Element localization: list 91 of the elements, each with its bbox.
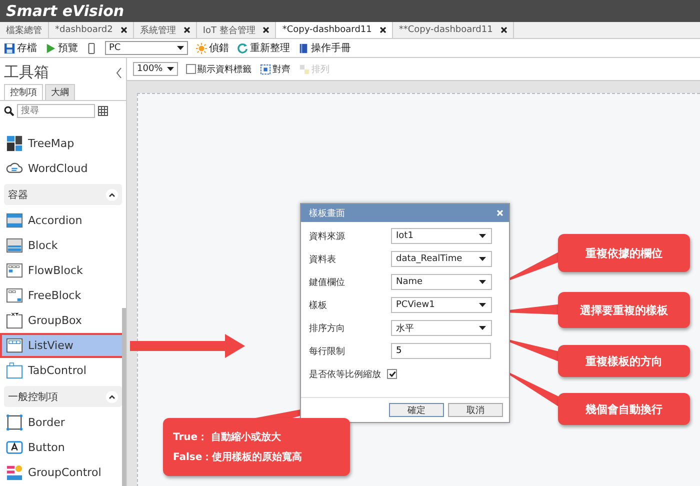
note-line: True： 自動縮小或放大: [173, 430, 282, 444]
toolbar-button[interactable]: 偵錯: [196, 41, 229, 55]
scrollbar[interactable]: [122, 308, 126, 486]
panel-tab[interactable]: 大綱: [45, 84, 75, 100]
field-label: 資料表: [309, 254, 337, 266]
caret-icon: [479, 234, 486, 238]
toolbox-item[interactable]: Block: [0, 233, 126, 258]
border-icon: [6, 414, 23, 431]
dropdown[interactable]: data_RealTime: [391, 251, 492, 267]
dialog-title: 樣板畫面: [309, 208, 345, 220]
group-control-icon: [6, 464, 23, 481]
toolbox-item[interactable]: FlowBlock: [0, 258, 126, 283]
section-title: 一般控制項: [8, 390, 58, 404]
callout: 幾個會自動換行: [558, 393, 690, 425]
dialog-button[interactable]: 取消: [448, 403, 503, 417]
close-icon[interactable]: [120, 27, 127, 33]
dropdown[interactable]: PCView1: [391, 297, 492, 313]
field-label: 鍵值欄位: [309, 276, 346, 288]
toolbox-item[interactable]: WordCloud: [0, 156, 126, 181]
group-box-icon: [6, 312, 23, 329]
caret-icon: [479, 257, 486, 261]
flow-block-icon: [6, 262, 23, 279]
input-field[interactable]: 5: [391, 343, 491, 359]
accordion-icon: [6, 212, 23, 229]
section-header[interactable]: 一般控制項: [4, 386, 122, 407]
caret-icon: [177, 46, 184, 50]
chevron-up-icon[interactable]: [106, 188, 118, 200]
align-icon: [260, 64, 271, 74]
treemap-icon: [6, 135, 23, 152]
search-field[interactable]: 搜尋: [17, 104, 95, 118]
toolbox-item[interactable]: Accordion: [0, 208, 126, 233]
checkbox[interactable]: [186, 64, 196, 74]
note-line: False：使用樣板的原始寬高: [173, 450, 304, 464]
caret-icon: [166, 67, 174, 71]
refresh-icon: [237, 42, 248, 54]
toolbox-item[interactable]: GroupControl: [0, 460, 126, 485]
dialog-button[interactable]: 確定: [389, 403, 444, 417]
dropdown[interactable]: Iot1: [391, 228, 492, 244]
list-view-icon: [6, 337, 23, 354]
free-block-icon: [6, 287, 23, 304]
document-tab[interactable]: *Copy-dashboard11: [276, 22, 393, 38]
checkbox-label: 顯示資料標籤: [198, 64, 252, 76]
toolbar-button[interactable]: 對齊: [260, 62, 291, 76]
app-title: Smart eVision: [6, 2, 124, 20]
close-icon[interactable]: [500, 27, 507, 33]
toolbar-button[interactable]: 預覽: [45, 41, 78, 55]
checkbox[interactable]: [387, 369, 397, 379]
grid-icon[interactable]: [98, 106, 108, 116]
button-icon: [6, 439, 23, 456]
phone-icon: [86, 42, 97, 54]
tab-control-icon: [6, 362, 23, 379]
sun-icon: [196, 42, 207, 54]
toolbox-title: 工具箱: [4, 63, 49, 82]
field-label: 每行限制: [309, 346, 346, 358]
section-title: 容器: [8, 188, 28, 202]
panel-tab[interactable]: 控制項: [4, 84, 43, 100]
callout: 重複樣板的方向: [558, 345, 690, 377]
field-label: 是否依等比例縮放: [309, 368, 381, 380]
toolbox-item[interactable]: FreeBlock: [0, 283, 126, 308]
toolbox-item[interactable]: Border: [0, 410, 126, 435]
arrange-icon: [298, 64, 310, 74]
zoom-select[interactable]: 100%: [133, 62, 178, 76]
section-header[interactable]: 容器: [4, 184, 122, 205]
toolbox-item[interactable]: GroupBox: [0, 308, 126, 333]
book-icon: [298, 42, 309, 54]
collapse-icon[interactable]: [116, 66, 122, 78]
toolbox-item[interactable]: TabControl: [0, 358, 126, 383]
toolbox-item[interactable]: Button: [0, 435, 126, 460]
caret-icon: [479, 280, 486, 284]
close-icon[interactable]: [184, 27, 190, 33]
toolbar-button[interactable]: 重新整理: [237, 41, 290, 55]
dropdown[interactable]: 水平: [391, 320, 492, 336]
toolbar-button[interactable]: 操作手冊: [298, 41, 351, 55]
device-select[interactable]: PC: [105, 41, 188, 55]
field-label: 資料來源: [309, 230, 346, 242]
callout: 選擇要重複的樣板: [558, 292, 690, 328]
caret-icon: [479, 303, 486, 307]
save-icon: [4, 42, 15, 54]
dropdown[interactable]: Name: [391, 274, 492, 290]
field-label: 排序方向: [309, 322, 346, 334]
close-icon[interactable]: [380, 27, 386, 33]
toolbox-item[interactable]: TreeMap: [0, 131, 126, 156]
callout: 重複依據的欄位: [558, 234, 690, 272]
caret-icon: [479, 326, 486, 330]
close-icon[interactable]: [263, 27, 270, 33]
block-icon: [6, 237, 23, 254]
toolbar-button[interactable]: 存檔: [4, 41, 37, 55]
play-icon: [45, 42, 56, 54]
field-label: 樣板: [309, 300, 328, 312]
search-icon: [4, 106, 14, 116]
chevron-up-icon[interactable]: [106, 390, 118, 402]
